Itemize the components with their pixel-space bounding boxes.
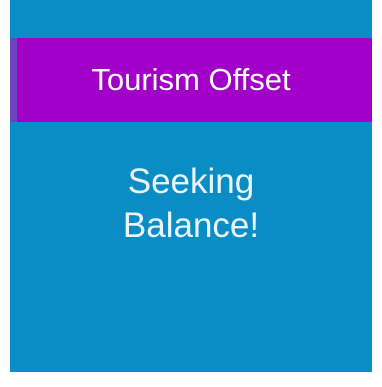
tile-body-line-1: Seeking <box>127 162 255 201</box>
tourism-offset-tile[interactable]: Tourism Offset Seeking Balance! <box>10 0 372 372</box>
tile-title: Tourism Offset <box>91 62 291 97</box>
tile-body-text: Seeking Balance! <box>10 160 372 248</box>
page: Tourism Offset Seeking Balance! <box>0 0 382 387</box>
tile-body-line-2: Balance! <box>122 206 260 245</box>
tile-title-bar: Tourism Offset <box>10 38 372 122</box>
